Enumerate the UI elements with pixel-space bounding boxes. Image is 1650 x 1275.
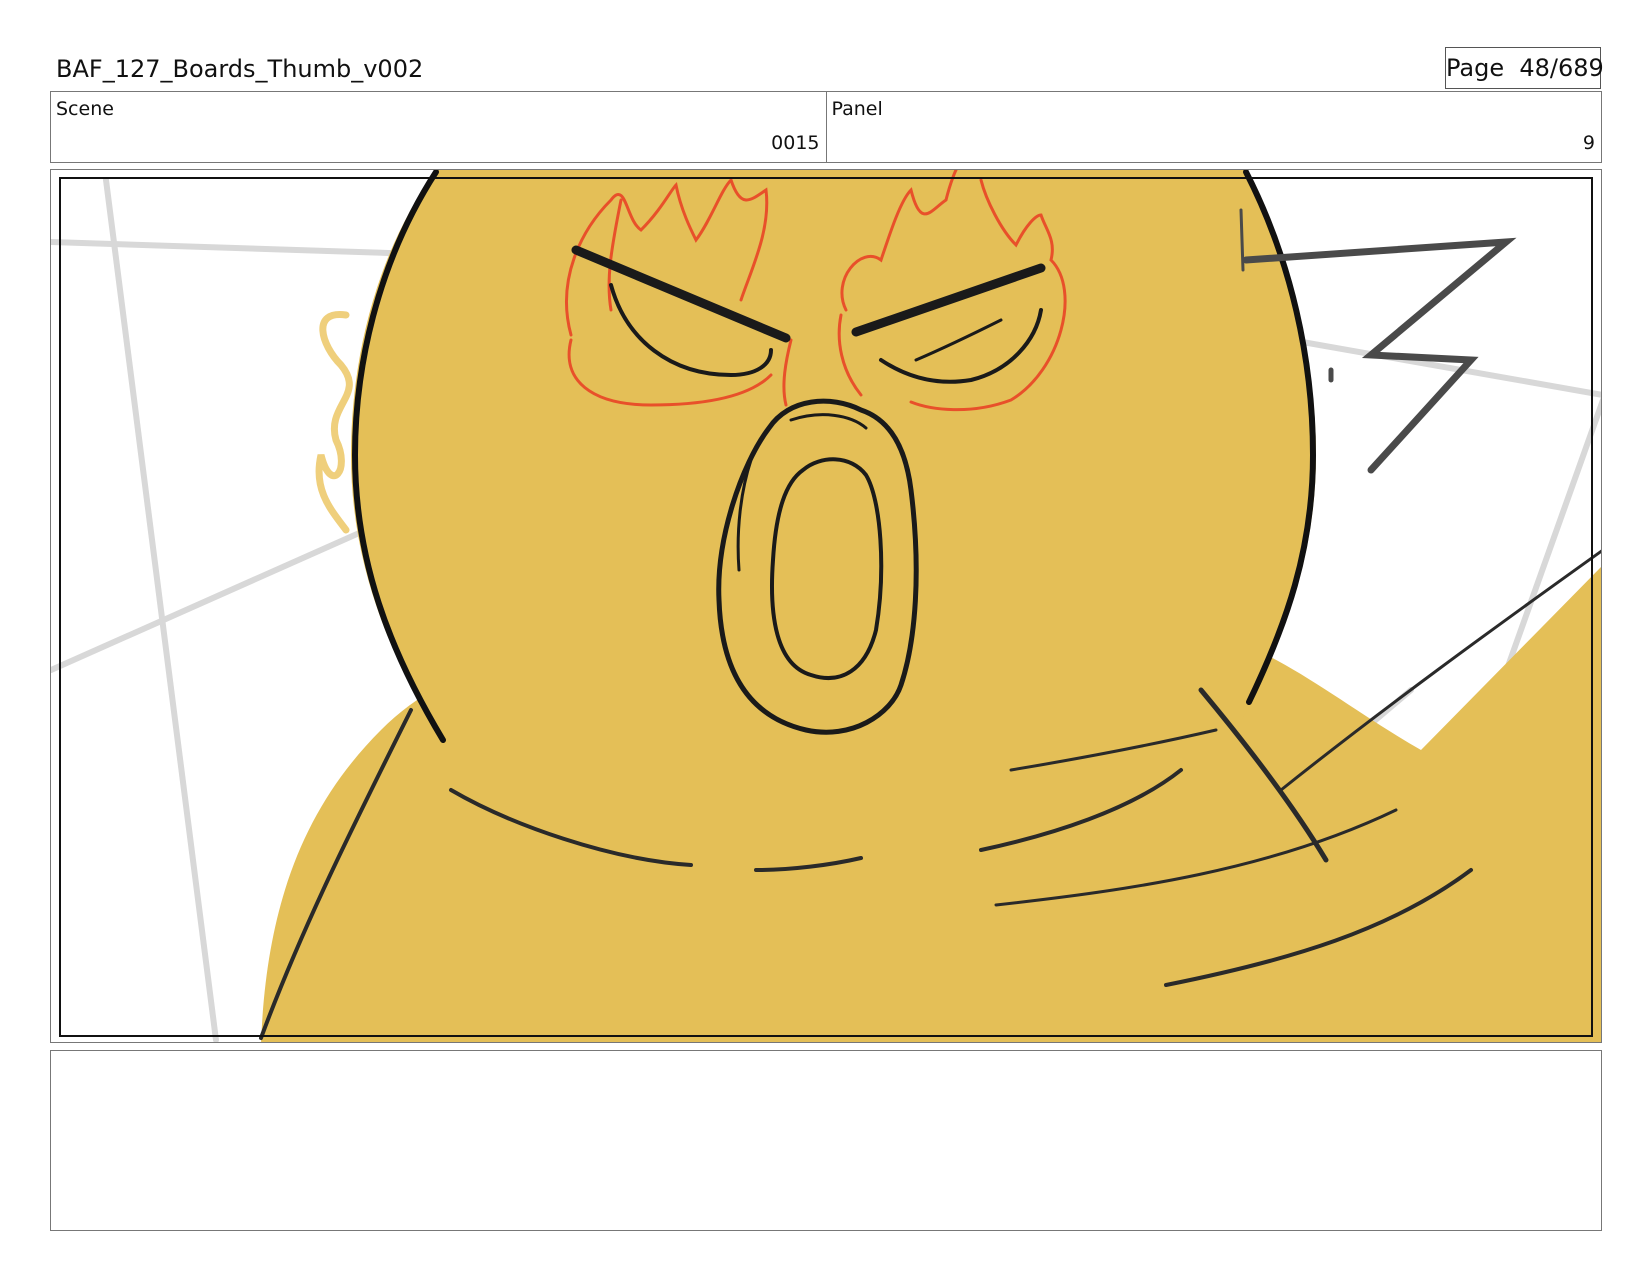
scene-label: Scene bbox=[56, 98, 114, 120]
scene-panel-header: Scene 0015 Panel 9 bbox=[50, 91, 1602, 163]
panel-number: 9 bbox=[1582, 132, 1595, 154]
panel-label: Panel bbox=[831, 98, 883, 120]
page-number-box: Page 48/689 bbox=[1445, 47, 1604, 89]
scene-cell: Scene 0015 bbox=[51, 92, 826, 162]
panel-notes-box bbox=[50, 1050, 1602, 1231]
steam-wisp bbox=[315, 311, 353, 534]
character-head bbox=[351, 170, 1316, 740]
document-title: BAF_127_Boards_Thumb_v002 bbox=[56, 55, 424, 83]
scene-number: 0015 bbox=[771, 132, 820, 154]
panel-cell: Panel 9 bbox=[825, 92, 1602, 162]
storyboard-frame bbox=[50, 169, 1602, 1043]
storyboard-drawing bbox=[51, 170, 1601, 1042]
